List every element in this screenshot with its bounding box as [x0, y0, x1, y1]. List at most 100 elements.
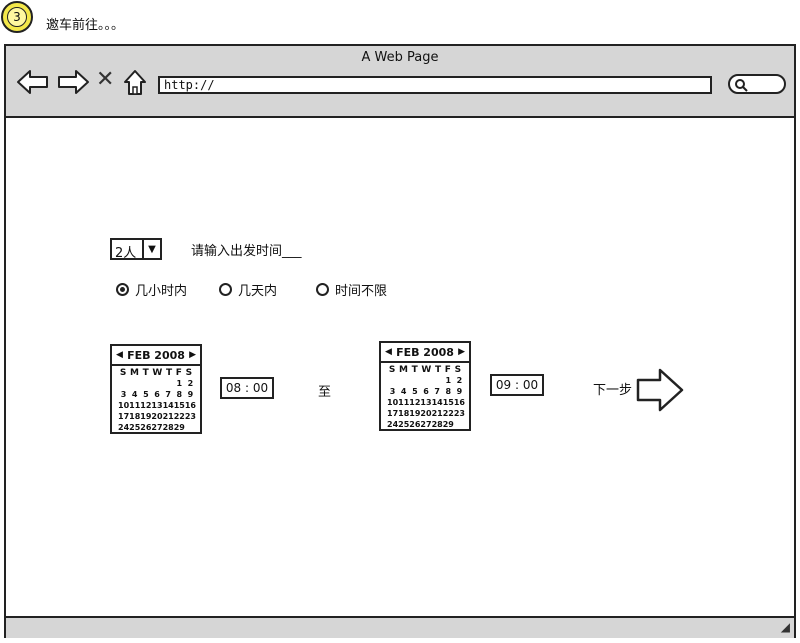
calendar-day[interactable]: 5: [140, 389, 151, 400]
calendar-day[interactable]: 8: [174, 389, 185, 400]
calendar-day[interactable]: 18: [398, 408, 409, 419]
calendar-day[interactable]: 9: [185, 389, 196, 400]
radio-dot-selected[interactable]: [116, 283, 129, 296]
weekday-label: M: [129, 368, 139, 378]
resize-grip-icon[interactable]: ◢: [781, 620, 790, 634]
people-count-value: 2人: [115, 246, 137, 261]
calendar-day[interactable]: 20: [151, 411, 162, 422]
step-number: 3: [7, 7, 27, 27]
calendar-day[interactable]: 21: [432, 408, 443, 419]
calendar-day[interactable]: 3: [118, 389, 129, 400]
calendar-day[interactable]: 7: [432, 386, 443, 397]
calendar-day[interactable]: 1: [174, 378, 185, 389]
calendar-day[interactable]: 24: [118, 422, 129, 433]
calendar-day: [163, 378, 174, 389]
calendar-day[interactable]: 17: [387, 408, 398, 419]
calendar-day[interactable]: 7: [163, 389, 174, 400]
calendar-day[interactable]: 16: [454, 397, 465, 408]
radio-within-days[interactable]: 几天内: [219, 280, 277, 299]
weekday-label: T: [165, 368, 173, 378]
calendar-days-grid: 1 2 3 4 5 6 7 8 9 10 11 12 13 14 15 16 17 18 19 20 21 22 23 24 2…: [381, 375, 469, 430]
close-icon[interactable]: ✕: [96, 67, 114, 92]
end-date-calendar[interactable]: ◀ FEB 2008 ▶ SMTWTFS 1 2 3 4 5 6 7 8 9 10 11 12 13 14…: [379, 341, 471, 431]
calendar-day[interactable]: 8: [443, 386, 454, 397]
calendar-day[interactable]: 27: [420, 419, 431, 430]
calendar-day[interactable]: 19: [140, 411, 151, 422]
calendar-day[interactable]: 3: [387, 386, 398, 397]
prev-month-icon[interactable]: ◀: [385, 347, 392, 357]
calendar-day[interactable]: 27: [151, 422, 162, 433]
calendar-day[interactable]: 26: [409, 419, 420, 430]
calendar-day[interactable]: 10: [387, 397, 398, 408]
radio-label: 几小时内: [135, 284, 188, 299]
calendar-day[interactable]: 9: [454, 386, 465, 397]
calendar-day[interactable]: 14: [163, 400, 174, 411]
radio-label: 几天内: [238, 284, 278, 299]
calendar-day[interactable]: 20: [420, 408, 431, 419]
calendar-day[interactable]: 12: [409, 397, 420, 408]
calendar-day[interactable]: 19: [409, 408, 420, 419]
weekday-label: T: [411, 365, 418, 375]
calendar-day[interactable]: 28: [432, 419, 443, 430]
calendar-day[interactable]: 2: [185, 378, 196, 389]
people-count-select[interactable]: 2人 ▼: [110, 238, 162, 261]
radio-dot[interactable]: [316, 283, 329, 296]
home-icon[interactable]: [122, 68, 156, 96]
calendar-day[interactable]: 6: [151, 389, 162, 400]
next-arrow-icon[interactable]: [636, 368, 684, 412]
calendar-day[interactable]: 21: [163, 411, 174, 422]
calendar-day[interactable]: 4: [129, 389, 140, 400]
weekday-label: S: [454, 365, 462, 375]
calendar-day[interactable]: 16: [185, 400, 196, 411]
start-date-calendar[interactable]: ◀ FEB 2008 ▶ SMTWTFS 1 2 3 4 5 6 7 8 9 10 11 12 13 14…: [110, 344, 202, 434]
calendar-day[interactable]: 13: [151, 400, 162, 411]
weekday-label: F: [175, 368, 182, 378]
calendar-day[interactable]: 11: [129, 400, 140, 411]
forward-arrow-icon[interactable]: [56, 68, 90, 96]
calendar-header: ◀ FEB 2008 ▶: [112, 346, 200, 366]
calendar-day[interactable]: 28: [163, 422, 174, 433]
calendar-day[interactable]: 23: [454, 408, 465, 419]
calendar-day[interactable]: 26: [140, 422, 151, 433]
calendar-day[interactable]: 10: [118, 400, 129, 411]
next-step-label[interactable]: 下一步: [593, 379, 632, 398]
calendar-day[interactable]: 12: [140, 400, 151, 411]
calendar-day[interactable]: 23: [185, 411, 196, 422]
radio-no-limit[interactable]: 时间不限: [316, 280, 387, 299]
calendar-day: [420, 375, 431, 386]
back-arrow-icon[interactable]: [16, 68, 50, 96]
calendar-day[interactable]: 24: [387, 419, 398, 430]
calendar-day[interactable]: 2: [454, 375, 465, 386]
calendar-day[interactable]: 15: [174, 400, 185, 411]
range-to-label: 至: [318, 385, 332, 400]
next-month-icon[interactable]: ▶: [189, 350, 196, 360]
calendar-day[interactable]: 17: [118, 411, 129, 422]
end-time-field[interactable]: 09 : 00: [490, 374, 544, 396]
radio-dot[interactable]: [219, 283, 232, 296]
search-box[interactable]: [728, 74, 786, 94]
url-bar[interactable]: http://: [158, 76, 712, 94]
calendar-day[interactable]: 29: [174, 422, 185, 433]
calendar-day: [140, 378, 151, 389]
start-time-field[interactable]: 08 : 00: [220, 377, 274, 399]
calendar-day[interactable]: 11: [398, 397, 409, 408]
prev-month-icon[interactable]: ◀: [116, 350, 123, 360]
calendar-day[interactable]: 22: [443, 408, 454, 419]
radio-within-hours[interactable]: 几小时内: [116, 280, 187, 299]
calendar-day[interactable]: 6: [420, 386, 431, 397]
calendar-day[interactable]: 15: [443, 397, 454, 408]
calendar-day[interactable]: 4: [398, 386, 409, 397]
calendar-day[interactable]: 1: [443, 375, 454, 386]
next-month-icon[interactable]: ▶: [458, 347, 465, 357]
calendar-month: FEB 2008: [127, 348, 185, 362]
calendar-day[interactable]: 5: [409, 386, 420, 397]
calendar-day[interactable]: 22: [174, 411, 185, 422]
calendar-day[interactable]: 25: [398, 419, 409, 430]
calendar-day[interactable]: 29: [443, 419, 454, 430]
calendar-day: [398, 375, 409, 386]
calendar-day[interactable]: 13: [420, 397, 431, 408]
calendar-day[interactable]: 14: [432, 397, 443, 408]
calendar-day[interactable]: 18: [129, 411, 140, 422]
chevron-down-icon[interactable]: ▼: [142, 240, 160, 258]
calendar-day[interactable]: 25: [129, 422, 140, 433]
